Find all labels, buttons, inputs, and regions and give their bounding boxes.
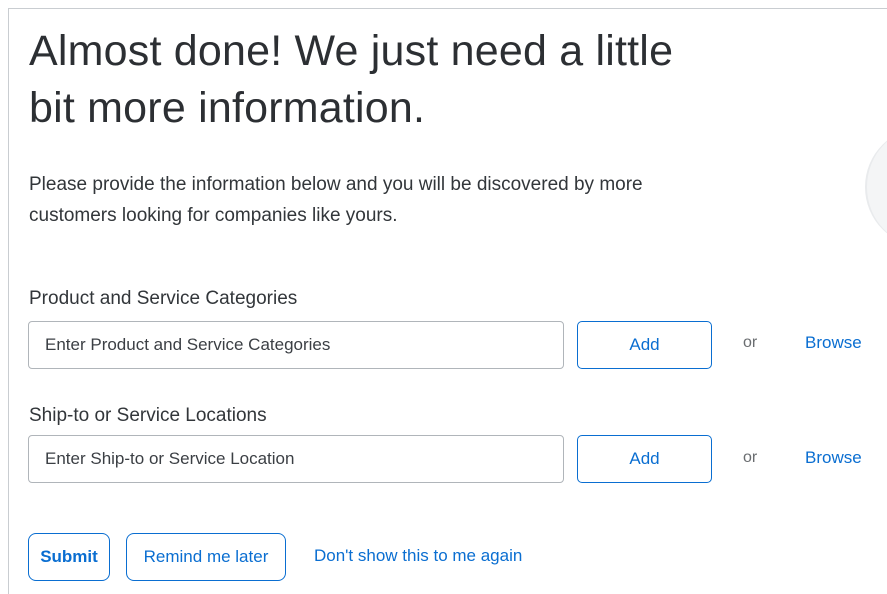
categories-input[interactable] <box>28 321 564 369</box>
locations-label: Ship-to or Service Locations <box>29 405 267 426</box>
submit-button[interactable]: Submit <box>28 533 110 581</box>
remind-later-button[interactable]: Remind me later <box>126 533 286 581</box>
page-title: Almost done! We just need a little bit m… <box>29 27 674 132</box>
browse-categories-link[interactable]: Browse <box>805 333 862 353</box>
or-separator: or <box>743 334 758 351</box>
edge-decoration <box>865 127 887 247</box>
dialog-panel: Almost done! We just need a little bit m… <box>8 8 887 594</box>
add-category-button[interactable]: Add <box>577 321 712 369</box>
or-separator: or <box>743 449 758 466</box>
dont-show-again-link[interactable]: Don't show this to me again <box>314 546 522 566</box>
categories-label: Product and Service Categories <box>29 288 298 309</box>
browse-locations-link[interactable]: Browse <box>805 448 862 468</box>
description-text: Please provide the information below and… <box>29 174 643 226</box>
locations-input[interactable] <box>28 435 564 483</box>
add-location-button[interactable]: Add <box>577 435 712 483</box>
